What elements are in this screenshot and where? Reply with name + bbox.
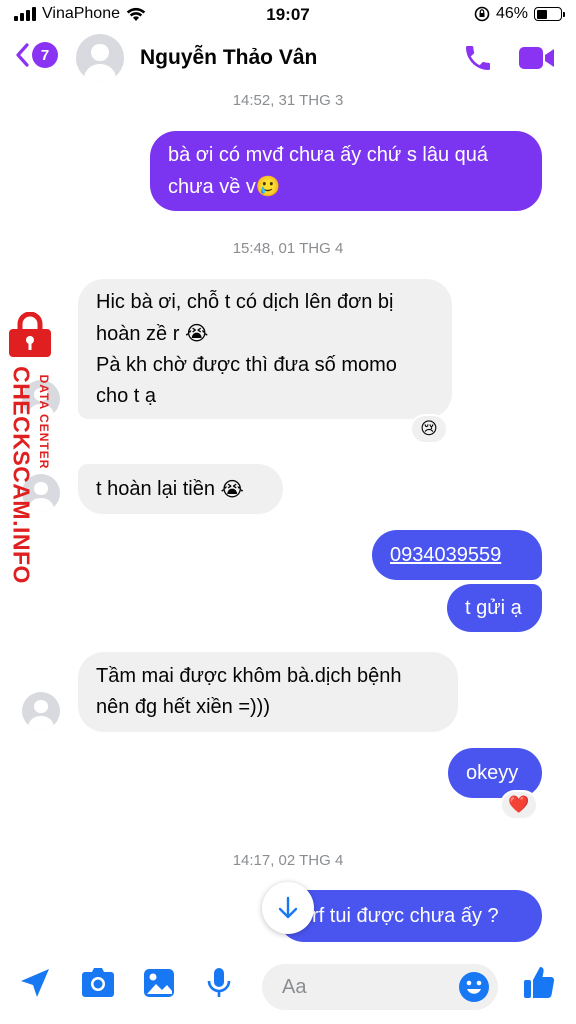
smiley-icon — [459, 972, 489, 1002]
message-text: rf tui được chưa ấy ? — [312, 904, 499, 927]
like-button[interactable] — [522, 964, 556, 1007]
message-text: okeyy — [466, 761, 519, 784]
call-button[interactable] — [462, 42, 494, 79]
composer-bar — [0, 948, 576, 1024]
phone-number-link[interactable]: 0934039559 — [390, 540, 501, 571]
timestamp: 14:52, 31 THG 3 — [232, 92, 344, 109]
status-right: 46% — [474, 5, 565, 23]
watermark: CHECKSCAM.INFO DATA CENTER — [3, 312, 61, 590]
send-location-icon — [21, 969, 49, 997]
video-call-button[interactable] — [518, 44, 556, 77]
status-bar: VinaPhone 19:07 46% — [0, 0, 576, 30]
avatar[interactable] — [76, 34, 124, 82]
message-text: Pà kh chờ được thì đưa số momo — [96, 353, 397, 376]
gallery-button[interactable] — [142, 966, 176, 1005]
emoji-button[interactable] — [458, 971, 490, 1008]
battery-percent: 46% — [495, 5, 528, 22]
outgoing-message[interactable]: rf tui được chưa ấy ? — [278, 890, 542, 942]
emoji: 😭 — [184, 320, 209, 345]
arrow-down-icon — [278, 896, 298, 919]
voice-button[interactable] — [204, 966, 234, 1005]
emoji: 😭 — [220, 476, 244, 501]
heart-emoji: ❤️ — [508, 795, 530, 815]
incoming-message[interactable]: Hic bà ơi, chỗ t có dịch lên đơn bị hoàn… — [78, 279, 452, 419]
avatar[interactable] — [22, 692, 60, 730]
message-input-container[interactable] — [262, 964, 498, 1010]
outgoing-message[interactable]: bà ơi có mvđ chưa ấy chứ s lâu quá chưa … — [150, 131, 542, 211]
message-text: hoàn zề r — [96, 322, 180, 345]
unread-badge: 7 — [32, 42, 58, 68]
watermark-brand: CHECKSCAM.INFO — [8, 366, 35, 584]
emoji: 🥲 — [255, 173, 281, 198]
message-text: Tầm mai được khôm bà.dịch bệnh — [96, 665, 402, 687]
incoming-message[interactable]: t hoàn lại tiền 😭 — [78, 464, 283, 514]
chat-header: 7 Nguyễn Thảo Vân — [0, 30, 576, 88]
message-text: bà ơi có mvđ chưa ấy chứ s lâu quá — [168, 143, 489, 166]
message-reaction[interactable]: 😢 — [410, 414, 448, 444]
video-icon — [519, 47, 554, 69]
thumbs-up-icon — [524, 967, 555, 998]
message-text: nên đg hết xiền =))) — [96, 696, 270, 718]
contact-name[interactable]: Nguyễn Thảo Vân — [140, 46, 317, 70]
message-text: chưa về v — [168, 175, 256, 198]
lock-icon — [9, 312, 51, 357]
timestamp: 15:48, 01 THG 4 — [232, 240, 344, 257]
message-reaction[interactable]: ❤️ — [500, 790, 538, 820]
microphone-icon — [207, 968, 231, 997]
scroll-to-bottom-button[interactable] — [262, 882, 314, 934]
camera-button[interactable] — [80, 966, 116, 1005]
watermark-tagline: DATA CENTER — [37, 374, 51, 470]
battery-icon — [534, 7, 565, 21]
phone-icon — [466, 46, 490, 70]
back-button[interactable]: 7 — [14, 42, 58, 68]
message-text: Hic bà ơi, chỗ t có dịch lên đơn bị — [96, 290, 394, 313]
incoming-message[interactable]: Tầm mai được khôm bà.dịch bệnh nên đg hế… — [78, 652, 458, 732]
outgoing-message[interactable]: t gửi ạ — [447, 584, 542, 632]
camera-icon — [82, 968, 114, 997]
image-icon — [144, 969, 174, 997]
outgoing-message[interactable]: 0934039559 — [372, 530, 542, 580]
message-text: t hoàn lại tiền — [96, 477, 215, 500]
send-location-button[interactable] — [18, 966, 52, 1005]
back-chevron-icon — [16, 43, 29, 67]
crying-emoji: 😢 — [420, 419, 438, 439]
message-input[interactable] — [282, 974, 452, 1000]
message-text: cho t ạ — [96, 384, 157, 407]
timestamp: 14:17, 02 THG 4 — [232, 852, 344, 869]
orientation-lock-icon — [474, 6, 490, 22]
message-text: t gửi ạ — [465, 596, 522, 619]
